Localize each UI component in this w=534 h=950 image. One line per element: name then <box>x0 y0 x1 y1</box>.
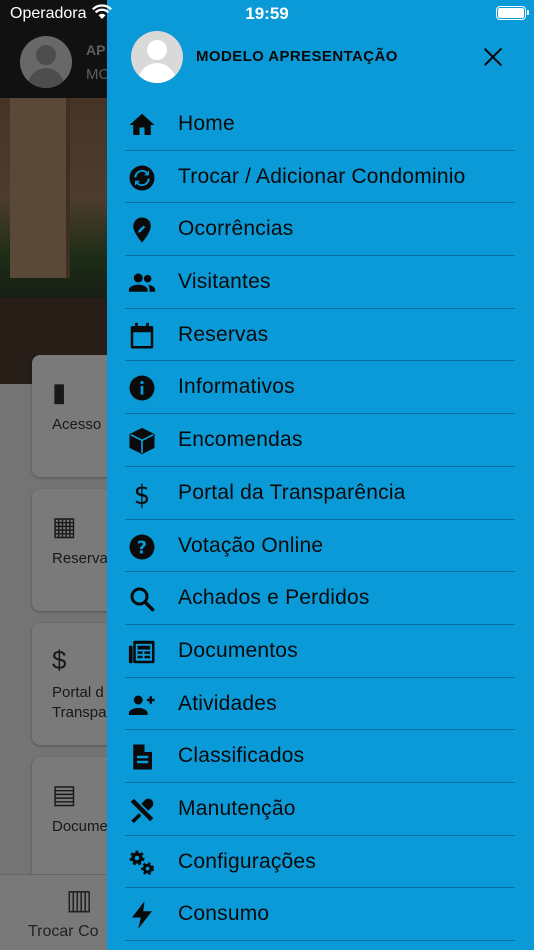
edit-location-icon <box>127 215 157 245</box>
newspaper-icon <box>127 637 157 667</box>
close-icon[interactable] <box>479 43 507 71</box>
menu-item-label: Home <box>178 112 235 135</box>
gears-icon <box>127 848 157 878</box>
menu-item-consumo[interactable]: Consumo <box>125 888 515 941</box>
menu-item-label: Manutenção <box>178 796 296 820</box>
menu-item-label: Encomendas <box>178 428 303 452</box>
avatar[interactable] <box>131 31 183 83</box>
group-add-icon <box>127 690 157 720</box>
search-icon <box>127 584 157 614</box>
battery-icon <box>496 6 529 20</box>
info-icon <box>127 373 157 403</box>
menu-item-trocar-condominio[interactable]: Trocar / Adicionar Condominio <box>125 151 515 204</box>
menu-item-encomendas[interactable]: Encomendas <box>125 414 515 467</box>
menu-item-home[interactable]: Home <box>125 98 515 151</box>
menu-item-label: Trocar / Adicionar Condominio <box>178 164 466 188</box>
menu-item-label: Atividades <box>178 691 277 715</box>
menu-item-configuracoes[interactable]: Configurações <box>125 836 515 889</box>
menu-item-label: Portal da Transparência <box>178 480 406 504</box>
package-icon <box>127 426 157 456</box>
menu-item-informativos[interactable]: Informativos <box>125 361 515 415</box>
calendar-icon <box>127 321 157 351</box>
people-icon <box>127 268 157 298</box>
document-icon <box>127 742 157 772</box>
menu-item-classificados[interactable]: Classificados <box>125 730 515 783</box>
menu-item-label: Ocorrências <box>178 217 294 241</box>
menu-item-label: Visitantes <box>178 270 271 294</box>
svg-text:?: ? <box>137 538 147 558</box>
svg-text:$: $ <box>134 481 151 509</box>
home-icon <box>127 110 157 140</box>
clock: 19:59 <box>245 4 289 23</box>
bolt-icon <box>127 900 157 930</box>
drawer-menu: Home Trocar / Adicionar Condominio Ocorr… <box>125 98 515 941</box>
menu-item-ocorrencias[interactable]: Ocorrências <box>125 203 515 257</box>
menu-item-label: Votação Online <box>178 533 324 557</box>
menu-item-label: Classificados <box>178 744 305 768</box>
menu-item-achados-perdidos[interactable]: Achados e Perdidos <box>125 572 515 625</box>
status-bar: Operadora 19:59 <box>0 0 534 30</box>
menu-item-label: Reservas <box>178 322 269 346</box>
navigation-drawer: MODELO APRESENTAÇÃO Home Trocar / Adicio… <box>107 0 534 950</box>
menu-item-label: Configurações <box>178 849 317 873</box>
menu-item-label: Documentos <box>178 638 298 662</box>
menu-item-label: Consumo <box>178 902 270 926</box>
menu-item-label: Informativos <box>178 375 295 399</box>
help-icon: ? <box>127 532 157 562</box>
menu-item-atividades[interactable]: Atividades <box>125 678 515 731</box>
menu-item-manutencao[interactable]: Manutenção <box>125 783 515 836</box>
menu-item-documentos[interactable]: Documentos <box>125 625 515 678</box>
menu-item-portal-transparencia[interactable]: $ Portal da Transparência <box>125 467 515 520</box>
tools-icon <box>127 795 157 825</box>
menu-item-visitantes[interactable]: Visitantes <box>125 256 515 309</box>
dollar-icon: $ <box>127 479 157 509</box>
menu-item-label: Achados e Perdidos <box>178 586 370 610</box>
drawer-title: MODELO APRESENTAÇÃO <box>196 48 398 65</box>
menu-item-votacao-online[interactable]: ? Votação Online <box>125 520 515 573</box>
menu-item-reservas[interactable]: Reservas <box>125 309 515 362</box>
swap-icon <box>127 163 157 193</box>
